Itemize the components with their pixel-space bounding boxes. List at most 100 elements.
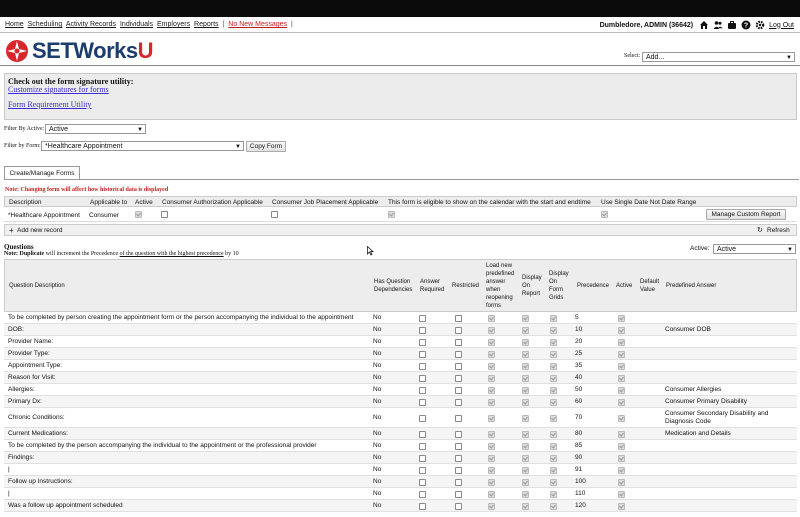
question-row[interactable]: Allergies: No 50 Consumer Allergies bbox=[4, 384, 797, 396]
question-row[interactable]: Primary Dx: No 60 Consumer Primary Disabili… bbox=[4, 396, 797, 408]
refresh-button[interactable]: Refresh bbox=[767, 227, 790, 234]
question-description: Was a follow up appointment scheduled bbox=[8, 502, 123, 509]
display-on-report-checkbox bbox=[522, 339, 529, 346]
copy-form-button[interactable]: Copy Form bbox=[246, 141, 286, 152]
nav-messages[interactable]: No New Messages bbox=[228, 21, 287, 28]
form-requirement-link[interactable]: Form Requirement Utility bbox=[8, 100, 92, 109]
question-row[interactable]: Reason for Visit: No 40 bbox=[4, 372, 797, 384]
home-icon[interactable] bbox=[699, 20, 709, 30]
tab-create-manage-forms[interactable]: Create/Manage Forms bbox=[4, 166, 80, 180]
question-precedence: 85 bbox=[575, 442, 583, 449]
display-on-report-checkbox bbox=[522, 399, 529, 406]
question-row[interactable]: Follow up Instructions: No 100 bbox=[4, 476, 797, 488]
display-on-report-checkbox bbox=[522, 351, 529, 358]
question-row[interactable]: Was a follow up appointment scheduled No 1… bbox=[4, 500, 797, 512]
restricted-checkbox[interactable] bbox=[455, 363, 462, 370]
question-description: | bbox=[8, 490, 10, 497]
restricted-checkbox[interactable] bbox=[455, 375, 462, 382]
form-authorization-checkbox[interactable] bbox=[161, 211, 168, 218]
restricted-checkbox[interactable] bbox=[455, 339, 462, 346]
form-job-placement-checkbox[interactable] bbox=[271, 211, 278, 218]
answer-required-checkbox[interactable] bbox=[419, 387, 426, 394]
load-predefined-checkbox bbox=[488, 443, 495, 450]
question-row[interactable]: Provider Type: No 25 bbox=[4, 348, 797, 360]
question-description: Current Medications: bbox=[8, 430, 68, 437]
restricted-checkbox[interactable] bbox=[455, 443, 462, 450]
col-consumer-authorization: Consumer Authorization Applicable bbox=[162, 199, 263, 206]
filter-form-select[interactable]: *Healthcare Appointment ▼ bbox=[41, 141, 244, 151]
restricted-checkbox[interactable] bbox=[455, 327, 462, 334]
answer-required-checkbox[interactable] bbox=[419, 399, 426, 406]
load-predefined-checkbox bbox=[488, 315, 495, 322]
manage-custom-report-button[interactable]: Manage Custom Report bbox=[706, 209, 786, 220]
form-row[interactable]: *Healthcare Appointment Consumer Manage … bbox=[4, 208, 797, 222]
chevron-down-icon: ▼ bbox=[235, 144, 241, 150]
question-row[interactable]: Appointment Type: No 35 bbox=[4, 360, 797, 372]
nav-scheduling[interactable]: Scheduling bbox=[28, 21, 63, 28]
display-on-grids-checkbox bbox=[550, 327, 557, 334]
answer-required-checkbox[interactable] bbox=[419, 351, 426, 358]
restricted-checkbox[interactable] bbox=[455, 455, 462, 462]
load-predefined-checkbox bbox=[488, 363, 495, 370]
answer-required-checkbox[interactable] bbox=[419, 431, 426, 438]
answer-required-checkbox[interactable] bbox=[419, 467, 426, 474]
answer-required-checkbox[interactable] bbox=[419, 479, 426, 486]
question-row[interactable]: Provider Name: No 20 bbox=[4, 336, 797, 348]
setworks-logo[interactable]: SETWorksU bbox=[5, 38, 154, 64]
question-row[interactable]: Findings: No 90 bbox=[4, 452, 797, 464]
question-row[interactable]: Chronic Conditions: No 70 Consumer Secondar… bbox=[4, 408, 797, 428]
refresh-icon[interactable]: ↻ bbox=[757, 226, 763, 234]
gear-icon[interactable] bbox=[755, 20, 765, 30]
display-on-grids-checkbox bbox=[550, 375, 557, 382]
logout-link[interactable]: Log Out bbox=[769, 22, 794, 29]
question-row[interactable]: | No 91 bbox=[4, 464, 797, 476]
answer-required-checkbox[interactable] bbox=[419, 315, 426, 322]
question-row[interactable]: DOB: No 10 Consumer DOB bbox=[4, 324, 797, 336]
load-predefined-checkbox bbox=[488, 503, 495, 510]
restricted-checkbox[interactable] bbox=[455, 351, 462, 358]
filter-form-label: Filter by Form: bbox=[4, 143, 41, 149]
question-active-checkbox bbox=[618, 479, 625, 486]
display-on-grids-checkbox bbox=[550, 431, 557, 438]
answer-required-checkbox[interactable] bbox=[419, 415, 426, 422]
answer-required-checkbox[interactable] bbox=[419, 339, 426, 346]
answer-required-checkbox[interactable] bbox=[419, 363, 426, 370]
restricted-checkbox[interactable] bbox=[455, 387, 462, 394]
help-icon[interactable]: ? bbox=[741, 20, 751, 30]
users-icon[interactable] bbox=[713, 20, 723, 30]
answer-required-checkbox[interactable] bbox=[419, 503, 426, 510]
question-dependencies: No bbox=[373, 442, 382, 449]
add-new-record-link[interactable]: Add new record bbox=[17, 227, 63, 234]
question-active-checkbox bbox=[618, 387, 625, 394]
restricted-checkbox[interactable] bbox=[455, 431, 462, 438]
answer-required-checkbox[interactable] bbox=[419, 455, 426, 462]
add-select[interactable]: Add... ▼ bbox=[642, 52, 795, 62]
restricted-checkbox[interactable] bbox=[455, 415, 462, 422]
restricted-checkbox[interactable] bbox=[455, 399, 462, 406]
answer-required-checkbox[interactable] bbox=[419, 443, 426, 450]
customize-signatures-link[interactable]: Customize signatures for forms bbox=[8, 85, 109, 94]
answer-required-checkbox[interactable] bbox=[419, 327, 426, 334]
question-row[interactable]: | No 110 bbox=[4, 488, 797, 500]
restricted-checkbox[interactable] bbox=[455, 315, 462, 322]
nav-reports[interactable]: Reports bbox=[194, 21, 219, 28]
question-predefined-answer: Consumer DOB bbox=[665, 326, 711, 333]
restricted-checkbox[interactable] bbox=[455, 467, 462, 474]
nav-employers[interactable]: Employers bbox=[157, 21, 190, 28]
answer-required-checkbox[interactable] bbox=[419, 491, 426, 498]
restricted-checkbox[interactable] bbox=[455, 503, 462, 510]
restricted-checkbox[interactable] bbox=[455, 479, 462, 486]
questions-active-select[interactable]: Active ▼ bbox=[713, 244, 796, 254]
question-dependencies: No bbox=[373, 374, 382, 381]
question-row[interactable]: To be completed by person creating the a… bbox=[4, 312, 797, 324]
nav-activity-records[interactable]: Activity Records bbox=[66, 21, 116, 28]
question-row[interactable]: To be completed by the person accompanyi… bbox=[4, 440, 797, 452]
answer-required-checkbox[interactable] bbox=[419, 375, 426, 382]
question-row[interactable]: Current Medications: No 80 Medication and D… bbox=[4, 428, 797, 440]
plus-icon[interactable]: + bbox=[9, 226, 14, 235]
nav-individuals[interactable]: Individuals bbox=[120, 21, 153, 28]
restricted-checkbox[interactable] bbox=[455, 491, 462, 498]
filter-active-select[interactable]: Active ▼ bbox=[45, 124, 146, 134]
nav-home[interactable]: Home bbox=[5, 21, 24, 28]
briefcase-icon[interactable] bbox=[727, 20, 737, 30]
